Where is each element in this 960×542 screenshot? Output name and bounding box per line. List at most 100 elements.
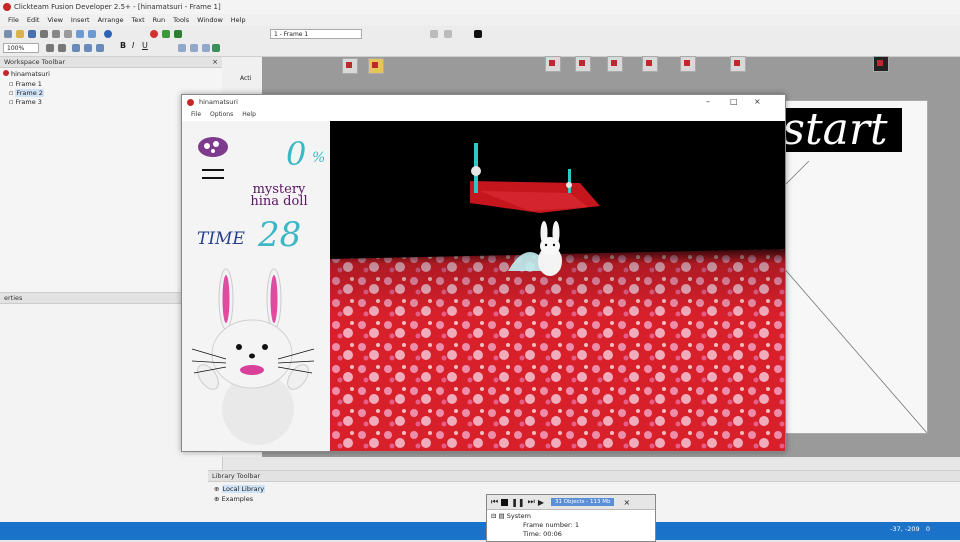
frame-label: Frame 3 — [15, 98, 42, 106]
library-item-label: Local Library — [221, 485, 266, 493]
bold-icon[interactable]: B — [120, 41, 126, 50]
menu-file[interactable]: File — [8, 16, 19, 24]
menu-help[interactable]: Help — [231, 16, 246, 24]
library-item-examples[interactable]: ⊕ Examples — [214, 495, 253, 503]
copy-icon[interactable] — [52, 30, 60, 38]
doll-name-label: mystery hina doll — [234, 183, 324, 208]
object-icon[interactable] — [342, 58, 358, 74]
progress-percent-value: 0 — [286, 135, 307, 173]
table-icon[interactable] — [72, 44, 80, 52]
game-window: hinamatsuri – □ × File Options Help 0 % … — [181, 94, 786, 452]
frame-label: Frame 2 — [15, 89, 44, 97]
start-text-object[interactable]: start — [768, 108, 902, 152]
folder-icon: ⊕ — [214, 485, 222, 493]
game-menu-help[interactable]: Help — [242, 111, 256, 118]
new-icon[interactable] — [4, 30, 12, 38]
app-node-icon — [3, 70, 9, 76]
folder-icon: ⊟ ▤ — [491, 512, 507, 520]
window-icon[interactable] — [430, 30, 438, 38]
align-left-icon[interactable] — [178, 44, 186, 52]
app-icon — [3, 3, 11, 11]
tree-root-app[interactable]: hinamatsuri — [3, 70, 50, 78]
tree-item-frame-1[interactable]: ▫ Frame 1 — [9, 80, 42, 88]
close-icon[interactable]: × — [754, 97, 761, 106]
rabbit-mascot — [191, 268, 315, 445]
menu-arrange[interactable]: Arrange — [98, 16, 124, 24]
align-center-icon[interactable] — [190, 44, 198, 52]
pen-icon[interactable] — [58, 44, 66, 52]
library-item-label: Examples — [221, 495, 254, 503]
arrange-icon[interactable] — [212, 44, 220, 52]
debugger-close-icon[interactable]: × — [623, 498, 630, 507]
object-icon[interactable] — [873, 56, 889, 72]
frame-select[interactable]: 1 - Frame 1 — [270, 29, 362, 39]
save-icon[interactable] — [28, 30, 36, 38]
folder-icon: ⊕ — [214, 495, 222, 503]
grid-icon[interactable] — [444, 30, 452, 38]
menu-tools[interactable]: Tools — [173, 16, 189, 24]
color-icon[interactable] — [474, 30, 482, 38]
pointer-icon[interactable] — [46, 44, 54, 52]
debugger-toolbar: ⏮ ❚❚ ⏭ ▶ 31 Objects - 113 Mb × — [487, 495, 655, 510]
debugger-objects-info: 31 Objects - 113 Mb — [550, 498, 615, 506]
game-scene — [330, 121, 785, 451]
library-item-local[interactable]: ⊕ Local Library — [214, 485, 266, 493]
undo-icon[interactable] — [76, 30, 84, 38]
editor-tab-label[interactable]: Acti — [240, 75, 251, 82]
underline-icon[interactable]: U — [142, 41, 148, 50]
menu-view[interactable]: View — [47, 16, 62, 24]
maximize-icon[interactable]: □ — [730, 97, 738, 106]
game-menubar: File Options Help — [182, 109, 785, 120]
hina-doll-face-icon — [198, 137, 228, 157]
help-icon[interactable] — [104, 30, 112, 38]
game-window-titlebar: hinamatsuri — [182, 95, 785, 109]
object-icon[interactable] — [642, 56, 658, 72]
time-remaining-value: 28 — [258, 215, 302, 255]
panel-close-icon[interactable]: × — [212, 58, 218, 66]
align-right-icon[interactable] — [202, 44, 210, 52]
game-hud-panel: 0 % mystery hina doll TIME 28 — [182, 121, 330, 451]
ide-menubar: File Edit View Insert Arrange Text Run T… — [0, 14, 960, 26]
table-icon-3[interactable] — [96, 44, 104, 52]
stop-icon[interactable] — [501, 498, 509, 506]
open-icon[interactable] — [16, 30, 24, 38]
status-coordinates: -37, -209 0 — [890, 525, 930, 533]
run-frame-icon[interactable] — [174, 30, 182, 38]
menu-run[interactable]: Run — [153, 16, 165, 24]
run-stop-icon[interactable] — [150, 30, 158, 38]
workspace-panel-header: Workspace Toolbar — [0, 57, 222, 68]
object-icon[interactable] — [607, 56, 623, 72]
debugger-tree-system[interactable]: ⊟ ▤ System — [491, 512, 531, 520]
object-icon[interactable] — [730, 56, 746, 72]
restart-icon[interactable]: ⏮ — [491, 497, 498, 507]
object-icon[interactable] — [680, 56, 696, 72]
menu-edit[interactable]: Edit — [27, 16, 40, 24]
minimize-icon[interactable]: – — [706, 97, 710, 106]
menu-text[interactable]: Text — [131, 16, 144, 24]
run-app-icon[interactable] — [162, 30, 170, 38]
menu-insert[interactable]: Insert — [71, 16, 90, 24]
play-icon[interactable]: ▶ — [538, 498, 544, 507]
redo-icon[interactable] — [88, 30, 96, 38]
pause-icon[interactable]: ❚❚ — [511, 498, 524, 507]
game-menu-options[interactable]: Options — [210, 111, 233, 118]
tree-item-frame-3[interactable]: ▫ Frame 3 — [9, 98, 42, 106]
debugger-window: ⏮ ❚❚ ⏭ ▶ 31 Objects - 113 Mb × ⊟ ▤ Syste… — [486, 494, 656, 542]
object-icon[interactable] — [575, 56, 591, 72]
tree-item-frame-2[interactable]: ▫ Frame 2 — [9, 89, 44, 97]
game-menu-file[interactable]: File — [191, 111, 201, 118]
cut-icon[interactable] — [40, 30, 48, 38]
step-icon[interactable]: ⏭ — [528, 497, 535, 507]
menu-window[interactable]: Window — [197, 16, 223, 24]
tree-root-label: hinamatsuri — [11, 70, 50, 78]
status-bar: -37, -209 0 — [0, 522, 960, 540]
object-icon[interactable] — [368, 58, 384, 74]
object-icon[interactable] — [545, 56, 561, 72]
menu-lines-icon[interactable] — [200, 167, 226, 181]
debugger-time: Time: 00:06 — [523, 530, 562, 538]
zoom-select[interactable]: 100% — [3, 43, 39, 53]
game-3d-view[interactable] — [330, 121, 785, 451]
paste-icon[interactable] — [64, 30, 72, 38]
table-icon-2[interactable] — [84, 44, 92, 52]
italic-icon[interactable]: I — [132, 41, 134, 50]
